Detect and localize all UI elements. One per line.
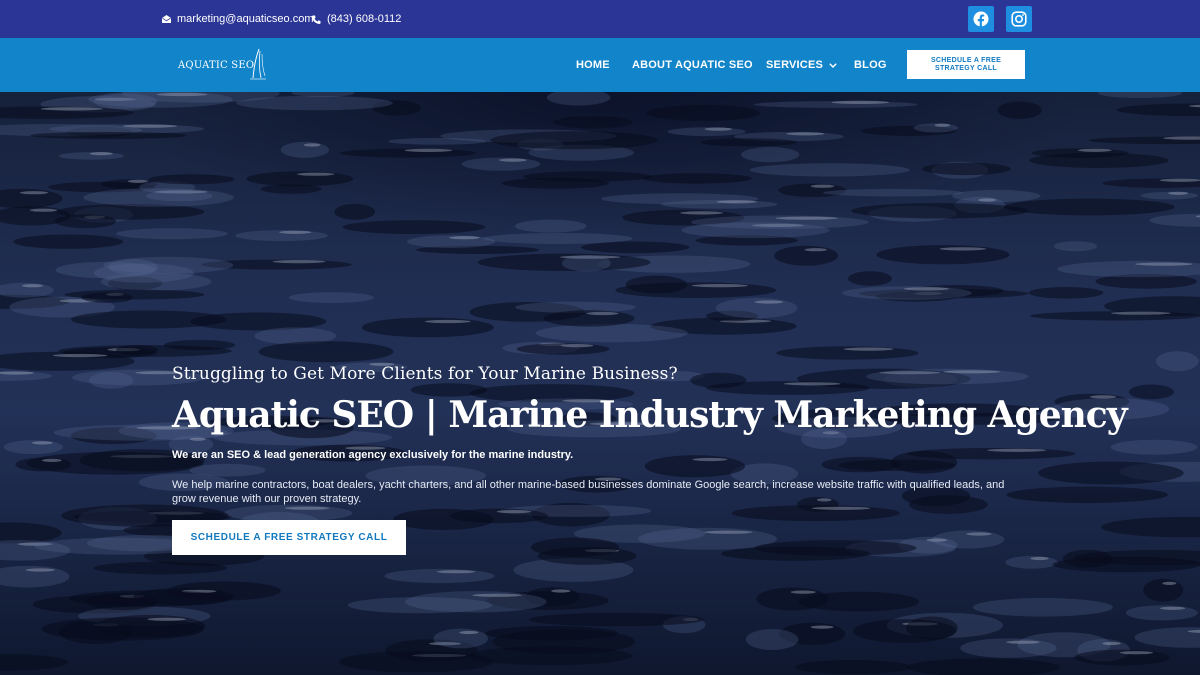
nav-item-services-label: SERVICES: [766, 59, 824, 71]
phone-icon: [312, 15, 321, 24]
nav-item-blog[interactable]: BLOG: [854, 38, 887, 92]
main-navigation: AQUATIC SEO HOME ABOUT AQUATIC SEO SERVI…: [0, 38, 1200, 92]
logo-text: AQUATIC SEO: [178, 59, 255, 71]
site-logo[interactable]: AQUATIC SEO: [178, 46, 267, 84]
chevron-down-icon: [829, 62, 837, 68]
nav-item-blog-label: BLOG: [854, 59, 887, 71]
facebook-icon: [973, 11, 989, 27]
hero-subtitle: Struggling to Get More Clients for Your …: [172, 364, 678, 384]
hero-section: Struggling to Get More Clients for Your …: [0, 92, 1200, 675]
contact-phone-link[interactable]: (843) 608-0112: [312, 0, 401, 38]
schedule-call-nav-button[interactable]: SCHEDULE A FREE STRATEGY CALL: [907, 50, 1025, 79]
hero-tagline: We are an SEO & lead generation agency e…: [172, 449, 574, 461]
contact-email-link[interactable]: marketing@aquaticseo.com: [162, 0, 314, 38]
contact-phone-text: (843) 608-0112: [327, 13, 402, 25]
nav-item-home[interactable]: HOME: [576, 38, 610, 92]
sailboat-logo-icon: [250, 48, 267, 80]
hero-title: Aquatic SEO | Marine Industry Marketing …: [172, 394, 1128, 436]
schedule-call-hero-button[interactable]: SCHEDULE A FREE STRATEGY CALL: [172, 520, 406, 555]
nav-item-services[interactable]: SERVICES: [766, 38, 837, 92]
envelope-icon: [162, 15, 171, 23]
top-contact-bar: marketing@aquaticseo.com (843) 608-0112: [0, 0, 1200, 38]
nav-item-about-label: ABOUT AQUATIC SEO: [632, 59, 753, 71]
instagram-link[interactable]: [1006, 6, 1032, 32]
instagram-icon: [1011, 11, 1027, 27]
facebook-link[interactable]: [968, 6, 994, 32]
contact-email-text: marketing@aquaticseo.com: [177, 13, 314, 25]
nav-item-home-label: HOME: [576, 59, 610, 71]
hero-description: We help marine contractors, boat dealers…: [172, 479, 1005, 505]
nav-item-about[interactable]: ABOUT AQUATIC SEO: [632, 38, 753, 92]
